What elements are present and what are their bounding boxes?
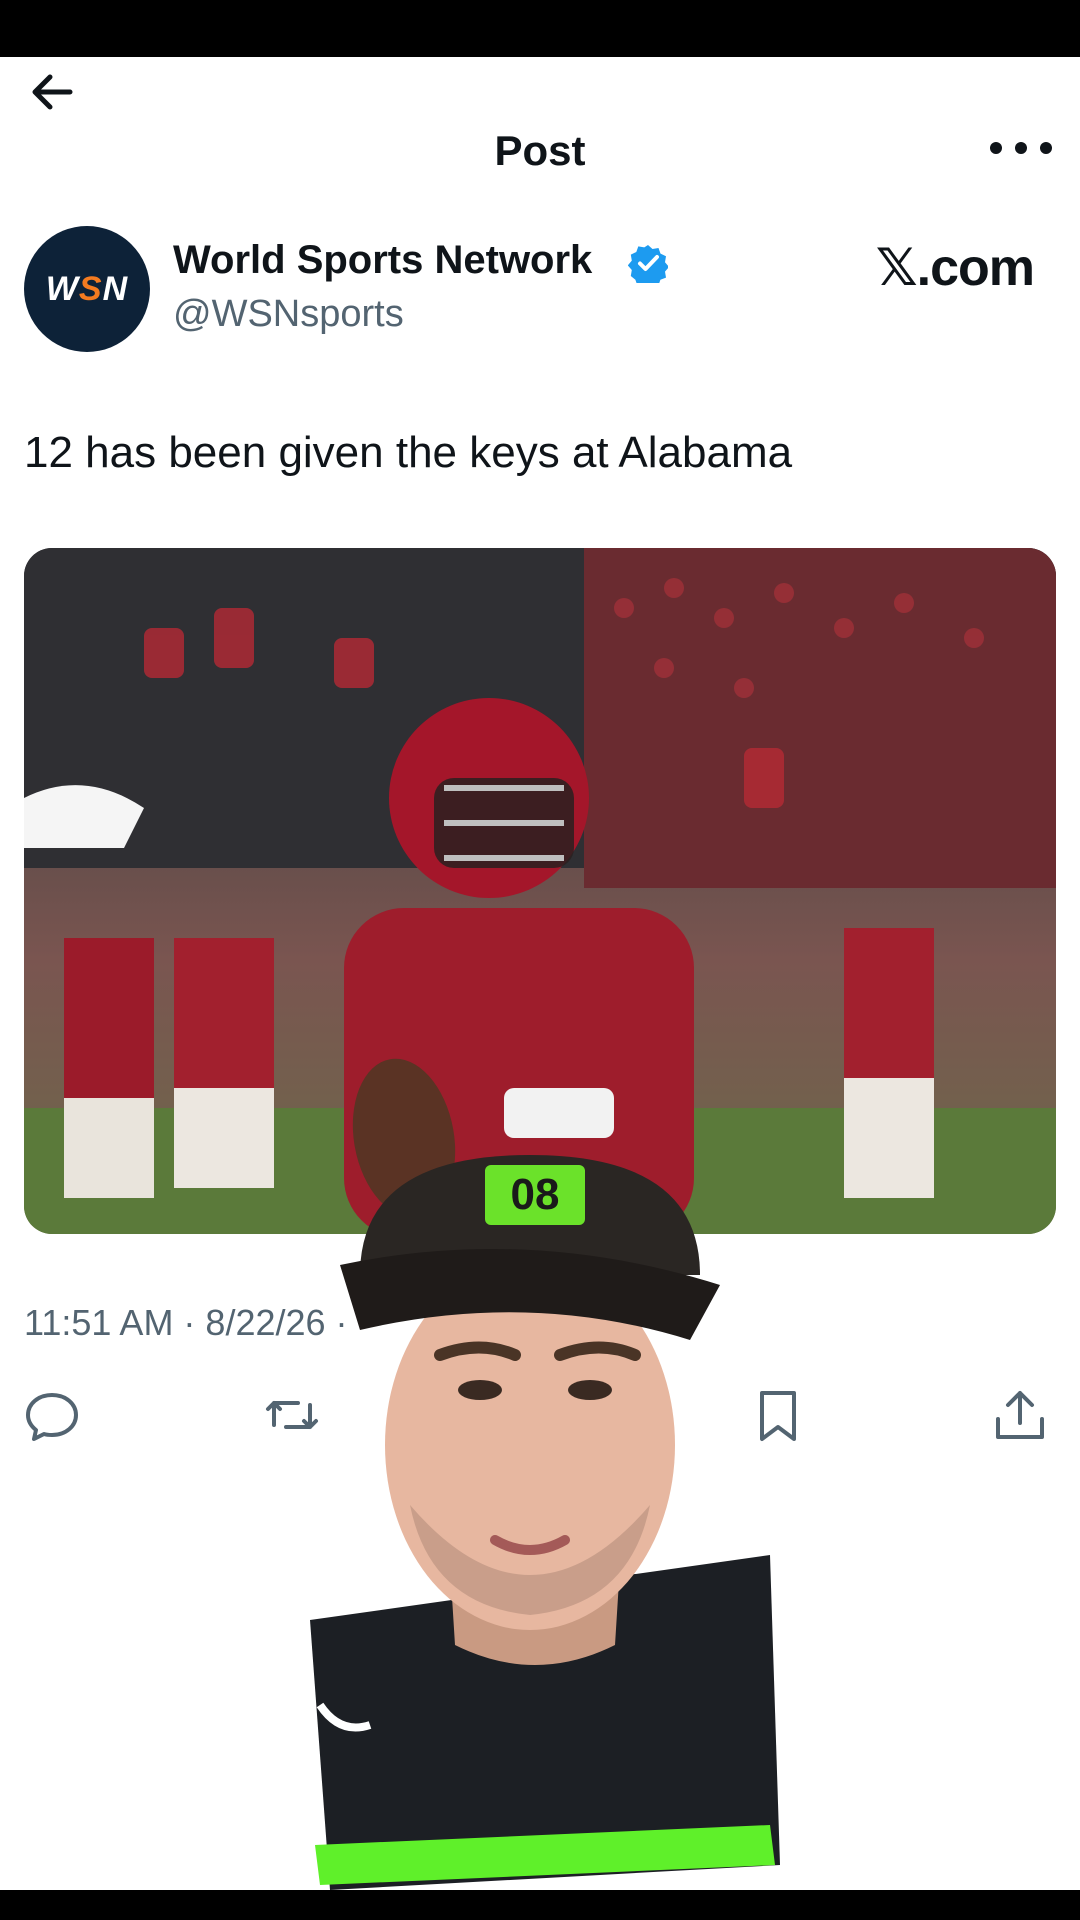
author-handle[interactable]: @WSNsports <box>173 293 404 336</box>
page-title: Post <box>494 127 586 174</box>
x-com-watermark: 𝕏.com <box>875 239 1035 297</box>
reply-icon[interactable] <box>22 1385 82 1445</box>
verified-badge-icon <box>628 245 668 283</box>
status-bar <box>0 0 1080 57</box>
cap-badge-text: 08 <box>511 1170 560 1219</box>
avatar-logo-text: WSN <box>45 269 129 308</box>
share-icon[interactable] <box>990 1385 1050 1445</box>
author-display-name[interactable]: World Sports Network <box>173 238 592 283</box>
avatar[interactable]: WSN <box>24 226 150 352</box>
navigation-bar <box>0 1890 1080 1920</box>
post-text: 12 has been given the keys at Alabama <box>24 428 793 477</box>
post-timestamp[interactable]: 11:51 AM · 8/22/26 · <box>24 1302 348 1344</box>
creator-video-overlay: 08 <box>300 1145 860 1890</box>
more-options-icon[interactable] <box>986 133 1056 163</box>
creator-person: 08 <box>310 1155 780 1890</box>
post-photo[interactable] <box>24 548 1056 1234</box>
football-player-photo <box>24 548 1056 1234</box>
back-arrow-icon[interactable] <box>24 62 84 122</box>
